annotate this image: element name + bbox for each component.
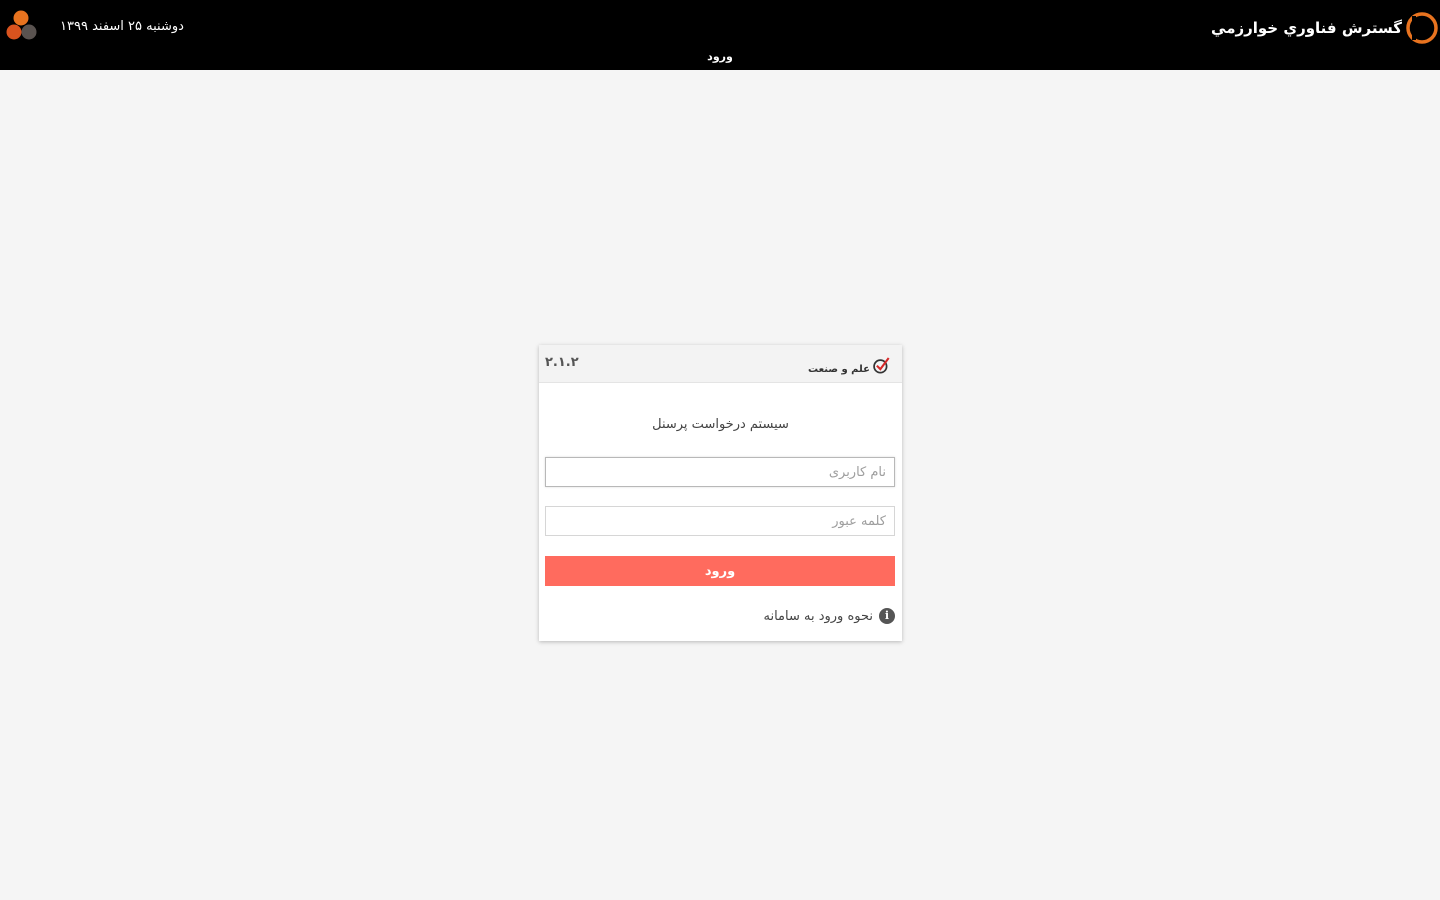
- checkmark-circle-icon: [873, 357, 890, 374]
- current-date: دوشنبه ۲۵ اسفند ۱۳۹۹: [60, 18, 184, 34]
- info-icon: i: [879, 608, 895, 624]
- org-name: علم و صنعت: [808, 363, 870, 375]
- org-logo: علم و صنعت: [808, 351, 890, 379]
- login-card-header: ۲.۱.۲ علم و صنعت: [539, 345, 902, 383]
- top-header: گسترش فناوري خوارزمي دوشنبه ۲۵ اسفند ۱۳۹…: [0, 0, 1440, 70]
- brand-name: گسترش فناوري خوارزمي: [1211, 19, 1402, 37]
- circles-logo-icon[interactable]: [2, 8, 42, 44]
- login-card: ۲.۱.۲ علم و صنعت سیستم درخواست پرسنل ورو…: [539, 345, 902, 641]
- user-area: دوشنبه ۲۵ اسفند ۱۳۹۹: [0, 8, 184, 44]
- login-help-link[interactable]: i نحوه ورود به سامانه: [763, 607, 895, 625]
- password-input[interactable]: [545, 506, 895, 536]
- login-help-label: نحوه ورود به سامانه: [763, 608, 873, 624]
- brand[interactable]: گسترش فناوري خوارزمي: [1211, 8, 1440, 48]
- username-input[interactable]: [545, 457, 895, 487]
- login-button[interactable]: ورود: [545, 556, 895, 586]
- play-circle-icon: [1406, 12, 1438, 44]
- page-nav-title: ورود: [707, 50, 733, 63]
- version-label: ۲.۱.۲: [545, 355, 579, 370]
- login-title: سیستم درخواست پرسنل: [652, 417, 789, 432]
